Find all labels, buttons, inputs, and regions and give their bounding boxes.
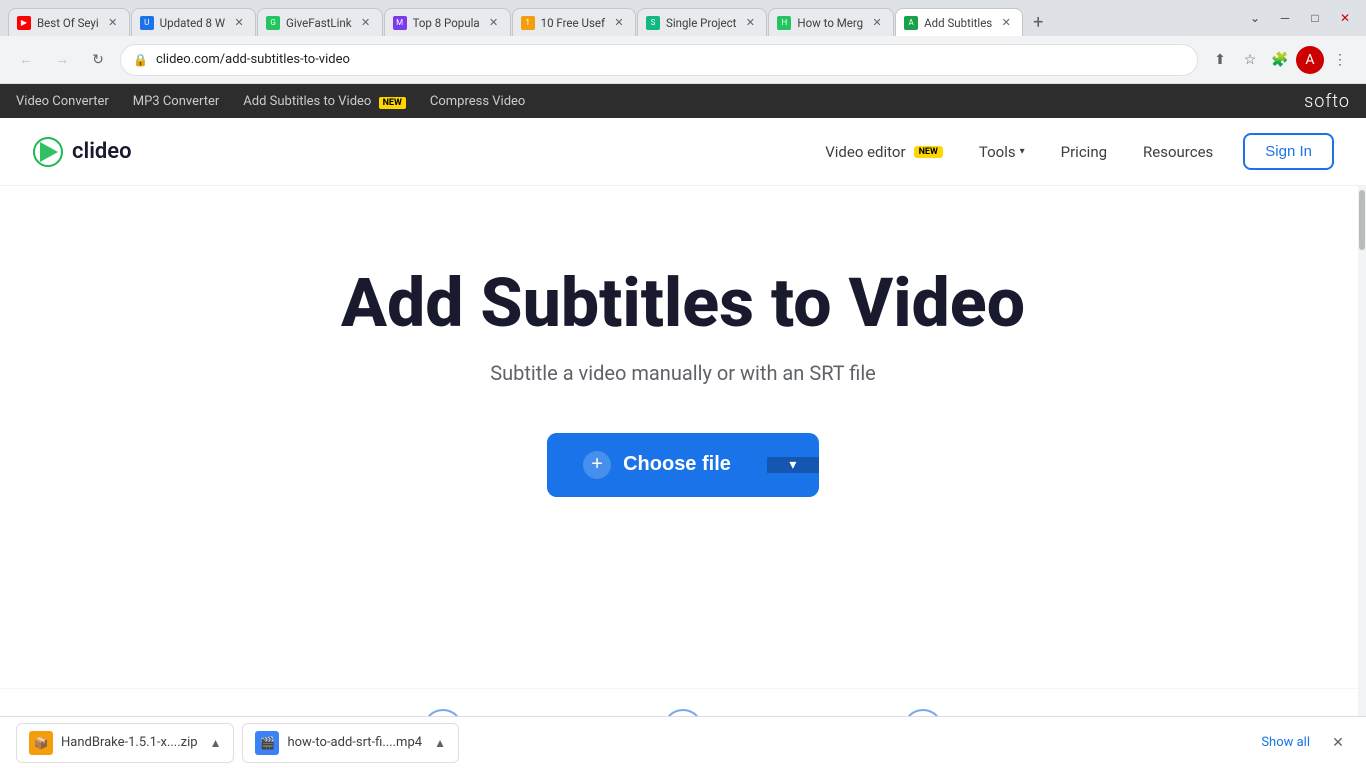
tab-8-title: Add Subtitles bbox=[924, 16, 992, 30]
tab-8-favicon: A bbox=[904, 16, 918, 30]
reload-button[interactable]: ↻ bbox=[84, 46, 112, 74]
tab-overflow-button[interactable]: ⌄ bbox=[1242, 5, 1268, 31]
download-item-2-name: how-to-add-srt-fi....mp4 bbox=[287, 735, 422, 750]
softo-bar-add-subtitles[interactable]: Add Subtitles to Video NEW bbox=[243, 94, 406, 109]
browser-toolbar: ⬆ ☆ 🧩 A ⋮ bbox=[1206, 46, 1354, 74]
tab-2[interactable]: U Updated 8 W ✕ bbox=[131, 8, 256, 36]
clideo-logo-icon bbox=[32, 136, 64, 168]
nav-pricing[interactable]: Pricing bbox=[1047, 135, 1121, 169]
choose-file-dropdown-button[interactable]: ▾ bbox=[767, 457, 819, 473]
page-scrollbar[interactable] bbox=[1358, 186, 1366, 716]
video-editor-new-badge: NEW bbox=[914, 146, 943, 158]
tab-3-title: GiveFastLink bbox=[286, 16, 352, 30]
tab-4[interactable]: M Top 8 Popula ✕ bbox=[384, 8, 511, 36]
dropdown-arrow-icon: ▾ bbox=[789, 457, 796, 473]
tab-7-close[interactable]: ✕ bbox=[869, 15, 885, 31]
tab-2-favicon: U bbox=[140, 16, 154, 30]
add-subtitles-new-badge: NEW bbox=[379, 97, 406, 109]
download-bar: 📦 HandBrake-1.5.1-x....zip ▲ 🎬 how-to-ad… bbox=[0, 716, 1366, 768]
choose-file-button[interactable]: + Choose file bbox=[547, 433, 767, 497]
tab-3-favicon: G bbox=[266, 16, 280, 30]
tab-8[interactable]: A Add Subtitles ✕ bbox=[895, 8, 1023, 36]
scrollbar-thumb bbox=[1359, 190, 1365, 250]
title-bar: ▶ Best Of Seyi ✕ U Updated 8 W ✕ G GiveF… bbox=[0, 0, 1366, 36]
back-button[interactable]: ← bbox=[12, 46, 40, 74]
download-item-1-icon: 📦 bbox=[29, 731, 53, 755]
tab-5[interactable]: 1 10 Free Usef ✕ bbox=[512, 8, 636, 36]
tab-1[interactable]: ▶ Best Of Seyi ✕ bbox=[8, 8, 130, 36]
address-bar: ← → ↻ 🔒 clideo.com/add-subtitles-to-vide… bbox=[0, 36, 1366, 84]
show-all-button[interactable]: Show all bbox=[1249, 727, 1322, 758]
site-logo-text: clideo bbox=[72, 139, 132, 164]
nav-tools[interactable]: Tools ▾ bbox=[965, 135, 1039, 169]
sign-in-button[interactable]: Sign In bbox=[1243, 133, 1334, 170]
extension-puzzle-icon[interactable]: 🧩 bbox=[1266, 46, 1294, 74]
hero-title: Add Subtitles to Video bbox=[341, 266, 1025, 341]
tab-5-favicon: 1 bbox=[521, 16, 535, 30]
site-logo[interactable]: clideo bbox=[32, 136, 132, 168]
tab-6-title: Single Project bbox=[666, 16, 736, 30]
browser-menu-icon[interactable]: ⋮ bbox=[1326, 46, 1354, 74]
tab-4-favicon: M bbox=[393, 16, 407, 30]
nav-video-editor[interactable]: Video editor NEW bbox=[811, 135, 957, 169]
browser-frame: ▶ Best Of Seyi ✕ U Updated 8 W ✕ G GiveF… bbox=[0, 0, 1366, 768]
tools-dropdown-arrow: ▾ bbox=[1020, 146, 1025, 157]
softo-bar-mp3-converter[interactable]: MP3 Converter bbox=[133, 94, 220, 109]
softo-logo: softo bbox=[1304, 91, 1350, 112]
lock-icon: 🔒 bbox=[133, 53, 148, 67]
tab-2-close[interactable]: ✕ bbox=[231, 15, 247, 31]
tab-4-title: Top 8 Popula bbox=[413, 16, 480, 30]
download-bar-close[interactable]: ✕ bbox=[1326, 731, 1350, 755]
bookmark-icon[interactable]: ☆ bbox=[1236, 46, 1264, 74]
site-navigation: Video editor NEW Tools ▾ Pricing Resourc… bbox=[811, 133, 1334, 170]
hero-section: Add Subtitles to Video Subtitle a video … bbox=[0, 186, 1366, 497]
hero-subtitle: Subtitle a video manually or with an SRT… bbox=[490, 361, 876, 385]
share-icon[interactable]: ⬆ bbox=[1206, 46, 1234, 74]
url-text: clideo.com/add-subtitles-to-video bbox=[156, 52, 1185, 67]
tab-6-favicon: S bbox=[646, 16, 660, 30]
profile-icon[interactable]: A bbox=[1296, 46, 1324, 74]
tab-8-close[interactable]: ✕ bbox=[998, 15, 1014, 31]
softo-bar: Video Converter MP3 Converter Add Subtit… bbox=[0, 84, 1366, 118]
website-content: clideo Video editor NEW Tools ▾ Pricing … bbox=[0, 118, 1366, 768]
tab-3[interactable]: G GiveFastLink ✕ bbox=[257, 8, 383, 36]
nav-resources[interactable]: Resources bbox=[1129, 135, 1227, 169]
softo-bar-compress-video[interactable]: Compress Video bbox=[430, 94, 525, 109]
softo-bar-video-converter[interactable]: Video Converter bbox=[16, 94, 109, 109]
download-item-2-expand[interactable]: ▲ bbox=[434, 736, 446, 750]
tab-2-title: Updated 8 W bbox=[160, 16, 225, 30]
url-bar[interactable]: 🔒 clideo.com/add-subtitles-to-video bbox=[120, 44, 1198, 76]
maximize-button[interactable]: □ bbox=[1302, 5, 1328, 31]
tab-7-title: How to Merg bbox=[797, 16, 863, 30]
close-button[interactable]: ✕ bbox=[1332, 5, 1358, 31]
download-item-2-icon: 🎬 bbox=[255, 731, 279, 755]
download-item-2[interactable]: 🎬 how-to-add-srt-fi....mp4 ▲ bbox=[242, 723, 459, 763]
choose-file-label: Choose file bbox=[623, 453, 731, 476]
choose-file-wrapper: + Choose file ▾ bbox=[547, 433, 819, 497]
tab-6[interactable]: S Single Project ✕ bbox=[637, 8, 767, 36]
plus-icon: + bbox=[583, 451, 611, 479]
forward-button[interactable]: → bbox=[48, 46, 76, 74]
tab-7[interactable]: H How to Merg ✕ bbox=[768, 8, 894, 36]
tab-3-close[interactable]: ✕ bbox=[358, 15, 374, 31]
tab-1-title: Best Of Seyi bbox=[37, 16, 99, 30]
tab-6-close[interactable]: ✕ bbox=[742, 15, 758, 31]
tab-5-close[interactable]: ✕ bbox=[611, 15, 627, 31]
tab-1-close[interactable]: ✕ bbox=[105, 15, 121, 31]
download-item-1-name: HandBrake-1.5.1-x....zip bbox=[61, 735, 198, 750]
window-controls: ⌄ ─ □ ✕ bbox=[1242, 5, 1358, 31]
tab-7-favicon: H bbox=[777, 16, 791, 30]
download-item-1-expand[interactable]: ▲ bbox=[210, 736, 222, 750]
tab-5-title: 10 Free Usef bbox=[541, 16, 605, 30]
tab-1-favicon: ▶ bbox=[17, 16, 31, 30]
site-nav: clideo Video editor NEW Tools ▾ Pricing … bbox=[0, 118, 1366, 186]
tab-4-close[interactable]: ✕ bbox=[486, 15, 502, 31]
minimize-button[interactable]: ─ bbox=[1272, 5, 1298, 31]
new-tab-button[interactable]: + bbox=[1024, 8, 1052, 36]
download-item-1[interactable]: 📦 HandBrake-1.5.1-x....zip ▲ bbox=[16, 723, 234, 763]
tab-strip: ▶ Best Of Seyi ✕ U Updated 8 W ✕ G GiveF… bbox=[8, 0, 1234, 36]
